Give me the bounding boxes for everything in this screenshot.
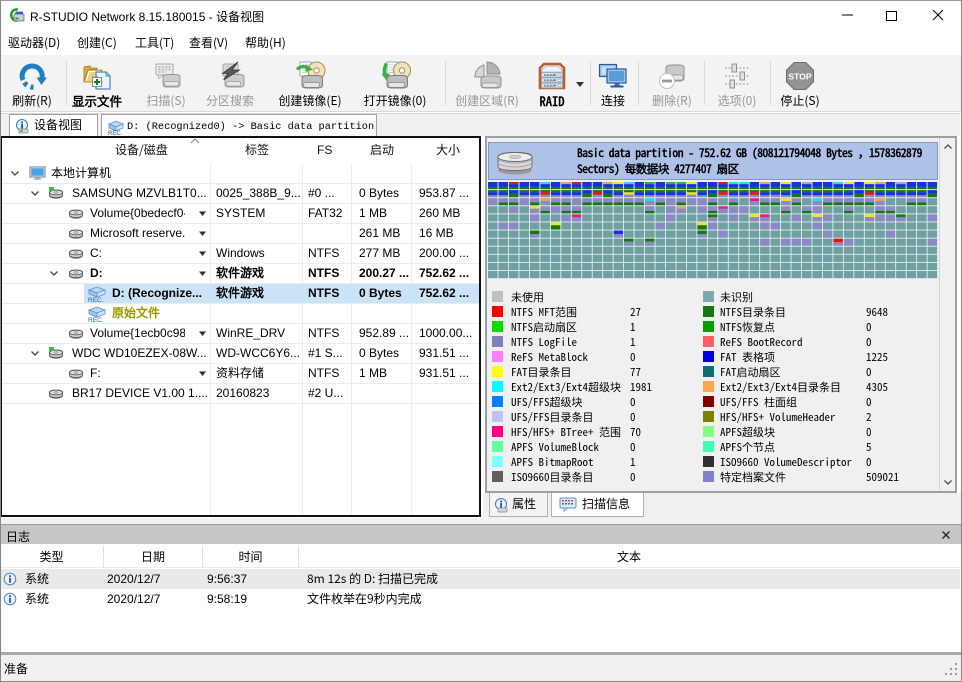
svg-text:REC.: REC. <box>88 297 104 302</box>
svg-text:STOP: STOP <box>788 72 812 82</box>
svg-text:REC.: REC. <box>88 317 104 322</box>
svg-text:REC.: REC. <box>108 131 123 135</box>
